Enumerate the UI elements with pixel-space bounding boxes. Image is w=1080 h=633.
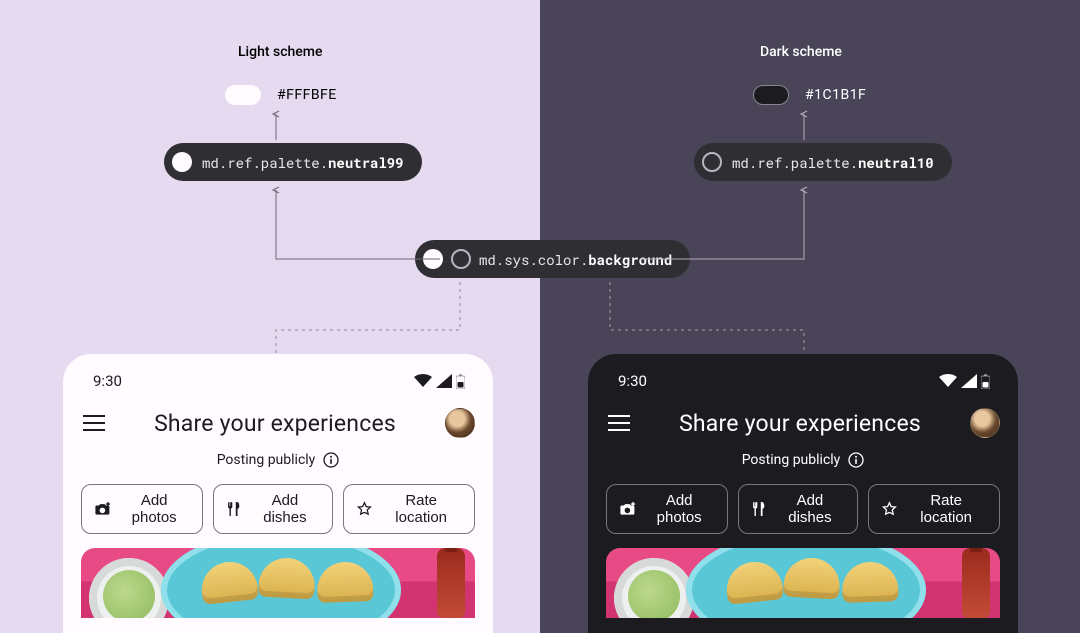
status-bar: 9:30 (63, 354, 493, 400)
avatar[interactable] (970, 408, 1000, 438)
chip-label: Rate location (380, 492, 462, 526)
token-ref-dark: md.ref.palette.neutral10 (694, 143, 952, 181)
phone-mock-dark: 9:30 Share your experiences Posting publ… (588, 354, 1018, 633)
scheme-label-dark: Dark scheme (760, 44, 842, 60)
chip-rate-location[interactable]: Rate location (343, 484, 475, 534)
chip-label: Add photos (119, 492, 190, 526)
swatch-light (225, 85, 261, 105)
token-name: background (588, 250, 672, 269)
content-image (606, 548, 1000, 618)
star-outline-icon (881, 500, 898, 518)
token-swatch-light (423, 249, 443, 269)
status-time: 9:30 (618, 372, 647, 390)
chip-rate-location[interactable]: Rate location (868, 484, 1000, 534)
camera-plus-icon (94, 500, 111, 518)
token-swatch (702, 152, 722, 172)
token-swatch (172, 152, 192, 172)
signal-icon (436, 374, 452, 388)
menu-icon[interactable] (83, 415, 105, 431)
subline: Posting publicly (63, 444, 493, 484)
subline-label: Posting publicly (217, 452, 316, 468)
token-name: neutral99 (328, 153, 404, 172)
wifi-icon (939, 374, 957, 388)
signal-icon (961, 374, 977, 388)
avatar[interactable] (445, 408, 475, 438)
page-title: Share your experiences (679, 410, 921, 437)
menu-icon[interactable] (608, 415, 630, 431)
hex-row-light: #FFFBFE (225, 85, 337, 105)
status-time: 9:30 (93, 372, 122, 390)
phone-mock-light: 9:30 Share your experiences Posting publ… (63, 354, 493, 633)
scheme-label-light: Light scheme (238, 44, 322, 60)
chip-label: Add dishes (250, 492, 319, 526)
token-ref-light: md.ref.palette.neutral99 (164, 143, 422, 181)
chip-label: Rate location (905, 492, 987, 526)
swatch-dark (753, 85, 789, 105)
chip-row: Add photos Add dishes Rate location (588, 484, 1018, 548)
chip-row: Add photos Add dishes Rate location (63, 484, 493, 548)
status-bar: 9:30 (588, 354, 1018, 400)
token-sys-background: md.sys.color.background (415, 240, 690, 278)
hex-text-light: #FFFBFE (277, 87, 337, 103)
utensils-icon (751, 500, 768, 518)
chip-add-dishes[interactable]: Add dishes (213, 484, 333, 534)
chip-label: Add photos (644, 492, 715, 526)
token-prefix: md.sys.color. (479, 250, 588, 269)
wifi-icon (414, 374, 432, 388)
hex-row-dark: #1C1B1F (753, 85, 866, 105)
chip-add-photos[interactable]: Add photos (81, 484, 203, 534)
battery-icon (456, 374, 465, 389)
info-icon[interactable] (323, 452, 339, 468)
info-icon[interactable] (848, 452, 864, 468)
token-name: neutral10 (858, 153, 934, 172)
content-image (81, 548, 475, 618)
chip-add-photos[interactable]: Add photos (606, 484, 728, 534)
hex-text-dark: #1C1B1F (805, 87, 866, 103)
chip-label: Add dishes (775, 492, 844, 526)
utensils-icon (226, 500, 243, 518)
token-prefix: md.ref.palette. (732, 153, 858, 172)
camera-plus-icon (619, 500, 636, 518)
page-title: Share your experiences (154, 410, 396, 437)
token-prefix: md.ref.palette. (202, 153, 328, 172)
subline-label: Posting publicly (742, 452, 841, 468)
star-outline-icon (356, 500, 373, 518)
chip-add-dishes[interactable]: Add dishes (738, 484, 858, 534)
subline: Posting publicly (588, 444, 1018, 484)
token-swatch-dark (451, 249, 471, 269)
battery-icon (981, 374, 990, 389)
